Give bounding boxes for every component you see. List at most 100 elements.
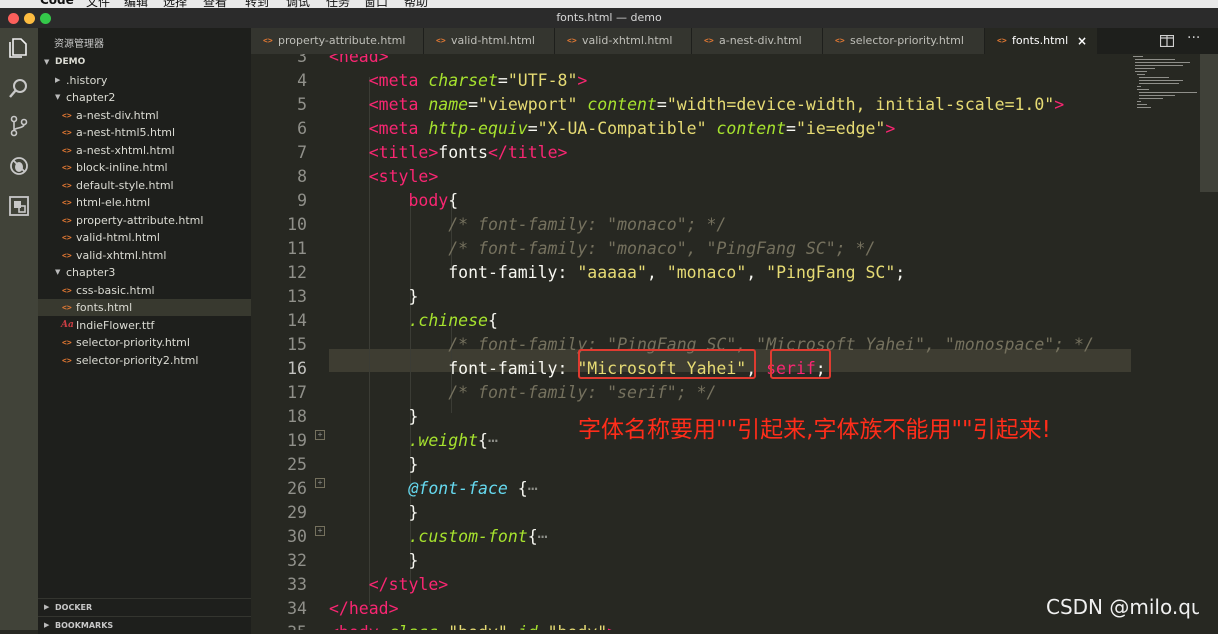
code-line[interactable]: } [329,405,418,429]
menu-item[interactable]: 编辑 [124,0,148,8]
code-token: class [389,623,439,630]
code-token: > [577,71,588,90]
menu-item[interactable]: 窗口 [364,0,388,8]
debug-icon[interactable] [7,154,31,178]
code-line[interactable]: <style> [329,165,439,189]
menu-item[interactable]: 调试 [286,0,310,8]
minimap[interactable] [1131,54,1199,114]
code-line[interactable]: @font-face {⋯ [329,477,537,501]
watermark: CSDN @milo.qu [1046,595,1204,619]
code-token: "width=device-width, initial-scale=1.0" [666,95,1055,114]
code-line[interactable]: font-family: "aaaaa", "monaco", "PingFan… [329,261,905,285]
scrollbar-thumb[interactable] [1200,54,1218,192]
section-bookmarks[interactable]: ▶ BOOKMARKS [38,616,251,634]
menu-item[interactable]: 查看 [203,0,227,8]
fold-plus-icon[interactable]: + [315,526,325,536]
tree-file[interactable]: <> valid-html.html [38,229,251,246]
html-file-icon: <> [997,36,1007,45]
line-number: 14 [287,311,307,330]
line-number: 13 [287,287,307,306]
code-line[interactable]: /* font-family: "monaco", "PingFang SC";… [329,237,875,261]
menu-item[interactable]: 转到 [245,0,269,8]
code-line[interactable]: /* font-family: "serif"; */ [329,381,716,405]
fold-plus-icon[interactable]: + [315,478,325,488]
tree-file[interactable]: <> a-nest-html5.html [38,124,251,141]
code-token: @font-face [408,479,508,498]
code-token: "UTF-8" [507,71,578,90]
code-token: { [487,311,498,330]
explorer-icon[interactable] [7,36,31,60]
fold-plus-icon[interactable]: + [315,430,325,440]
menu-item[interactable]: 选择 [163,0,187,8]
search-icon[interactable] [7,76,31,100]
code-line[interactable]: <meta charset="UTF-8"> [329,69,588,93]
tree-file[interactable]: <> property-attribute.html [38,212,251,229]
tab-valid-xhtml[interactable]: <> valid-xhtml.html [555,28,692,54]
html-file-icon: <> [62,181,72,190]
code-line[interactable]: <body class="body" id="body"> [329,621,617,630]
tab-a-nest-div[interactable]: <> a-nest-div.html [692,28,823,54]
code-token: "PingFang SC" [766,263,896,282]
code-token: ; [895,263,906,282]
code-line[interactable]: <meta name="viewport" content="width=dev… [329,93,1064,117]
code-editor[interactable]: 3 4 5 6 7 8 9 10 11 12 13 14 15 16 17 18 19 25 26 29 30 32 33 3… [251,54,1218,630]
code-line[interactable]: </style> [329,573,448,597]
code-line[interactable]: /* font-family: "monaco"; */ [329,213,726,237]
line-number: 17 [287,383,307,402]
extensions-icon[interactable] [7,194,31,218]
line-number: 6 [297,119,307,138]
chevron-right-icon: ▶ [55,76,61,84]
section-docker[interactable]: ▶ DOCKER [38,598,251,616]
menu-item[interactable]: 帮助 [404,0,428,8]
line-number: 16 [287,359,307,378]
tree-file[interactable]: <> selector-priority2.html [38,352,251,369]
code-token: <meta [368,71,419,90]
code-token: } [329,407,419,426]
more-actions-icon[interactable]: ··· [1187,30,1200,46]
code-line[interactable]: .custom-font{⋯ [329,525,547,549]
code-token: > [428,143,439,162]
menu-item[interactable]: 文件 [86,0,110,8]
tree-file[interactable]: <> a-nest-xhtml.html [38,142,251,159]
tree-file[interactable]: <> a-nest-div.html [38,107,251,124]
code-token: > [607,623,617,630]
tree-folder-history[interactable]: ▶ .history [38,72,251,89]
split-editor-icon[interactable] [1160,35,1174,47]
tree-root-demo[interactable]: ▼ DEMO [38,54,251,71]
code-line[interactable]: body{ [329,189,458,213]
tree-file[interactable]: <> selector-priority.html [38,334,251,351]
line-number: 26 [287,479,307,498]
code-line[interactable]: .chinese{ [329,309,498,333]
code-line[interactable]: } [329,501,418,525]
code-line[interactable]: <meta http-equiv="X-UA-Compatible" conte… [329,117,896,141]
code-line[interactable]: } [329,453,418,477]
code-token: /* font-family: "monaco"; */ [448,215,727,234]
code-line[interactable]: } [329,549,418,573]
tree-file[interactable]: <> html-ele.html [38,194,251,211]
tree-file[interactable]: <> block-inline.html [38,159,251,176]
code-line[interactable]: <title>fonts</title> [329,141,568,165]
highlight-box-font-family [770,349,831,379]
tree-folder-chapter2[interactable]: ▼ chapter2 [38,89,251,106]
menu-item[interactable]: Code [40,0,74,7]
tree-file[interactable]: <> valid-xhtml.html [38,247,251,264]
tab-valid-html[interactable]: <> valid-html.html [424,28,555,54]
tab-fonts[interactable]: <> fonts.html × [985,28,1098,54]
tree-file-selected[interactable]: <> fonts.html [38,299,251,316]
tab-property-attribute[interactable]: <> property-attribute.html [251,28,424,54]
tab-selector-priority[interactable]: <> selector-priority.html [823,28,985,54]
code-line[interactable]: </head> [329,597,399,621]
tree-file[interactable]: <> default-style.html [38,177,251,194]
tree-folder-chapter3[interactable]: ▼ chapter3 [38,264,251,281]
source-control-icon[interactable] [7,114,31,138]
code-line[interactable]: } [329,285,418,309]
menu-item[interactable]: 任务 [326,0,350,8]
code-token: content [716,119,787,138]
line-number: 33 [287,575,307,594]
code-line[interactable]: .weight{⋯ [329,429,497,453]
tree-file[interactable]: Aa IndieFlower.ttf [38,317,251,334]
tree-file[interactable]: <> css-basic.html [38,282,251,299]
close-tab-icon[interactable]: × [1077,28,1087,54]
code-line[interactable]: <head> [329,54,389,69]
html-file-icon: <> [62,286,72,295]
